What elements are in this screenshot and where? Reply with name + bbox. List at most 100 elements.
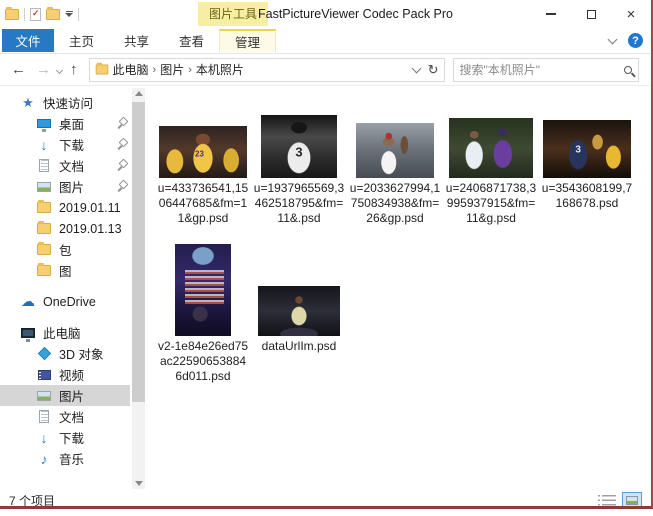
close-button[interactable]: × <box>611 0 651 28</box>
sidebar-item-videos[interactable]: 视频 <box>0 364 148 385</box>
tab-manage[interactable]: 管理 <box>219 29 276 52</box>
file-item[interactable]: v2-1e84e26ed75ac225906538846d011.psd <box>156 240 250 384</box>
breadcrumb-separator[interactable]: › <box>153 64 157 76</box>
breadcrumb-pictures[interactable]: 图片 <box>160 61 184 78</box>
window-folder-icon <box>5 9 19 20</box>
ribbon-tab-bar: 文件 主页 共享 查看 管理 ? <box>0 28 651 54</box>
file-name: u=1937965569,3462518795&fm=11&.psd <box>253 181 345 226</box>
up-button[interactable]: ↑ <box>70 61 78 78</box>
scroll-down-icon[interactable] <box>135 481 143 486</box>
sidebar-item-onedrive[interactable]: ☁ OneDrive <box>0 291 148 312</box>
sidebar-label: 音乐 <box>59 449 84 468</box>
download-icon: ↓ <box>36 137 52 153</box>
picture-icon <box>37 182 51 192</box>
title-bar: 图片工具 FastPictureViewer Codec Pack Pro × <box>0 0 651 28</box>
separator <box>24 8 25 21</box>
sidebar-item-quick-access[interactable]: ★ 快速访问 <box>0 92 148 113</box>
scrollbar-thumb[interactable] <box>132 102 145 402</box>
file-thumbnail[interactable] <box>449 118 533 178</box>
file-name: u=2033627994,1750834938&fm=26&gp.psd <box>349 181 441 226</box>
search-box[interactable] <box>453 58 639 82</box>
sidebar-label: 桌面 <box>59 114 84 133</box>
picture-icon <box>37 391 51 401</box>
breadcrumb-this-pc[interactable]: 此电脑 <box>113 61 149 78</box>
file-name: dataUrlIm.psd <box>253 339 345 354</box>
tab-home[interactable]: 主页 <box>54 29 109 52</box>
file-thumbnail[interactable] <box>356 123 434 178</box>
file-item[interactable]: 23 u=433736541,1506447685&fm=11&gp.psd <box>156 104 250 226</box>
file-thumbnail[interactable]: 3 <box>261 115 337 178</box>
sidebar-item-folder-bao[interactable]: 包 <box>0 239 148 260</box>
customize-toolbar-icon[interactable] <box>65 11 73 18</box>
sidebar-label: 快速访问 <box>43 93 93 112</box>
breadcrumb-current-folder[interactable]: 本机照片 <box>196 61 244 78</box>
file-thumbnail[interactable]: 23 <box>159 126 247 178</box>
minimize-button[interactable] <box>531 0 571 28</box>
thumbnail-view-icon[interactable] <box>622 492 642 508</box>
refresh-icon[interactable]: ↻ <box>428 62 439 78</box>
folder-icon <box>37 202 51 213</box>
window-title: FastPictureViewer Codec Pack Pro <box>258 7 453 21</box>
file-thumbnail[interactable] <box>258 286 340 336</box>
forward-button[interactable]: → <box>36 61 51 78</box>
sidebar-item-downloads[interactable]: ↓ 下载 <box>0 134 148 155</box>
sidebar-item-pictures[interactable]: 图片 <box>0 176 148 197</box>
star-icon: ★ <box>20 95 36 111</box>
sidebar-item-folder-2019-01-13[interactable]: 2019.01.13 <box>0 218 148 239</box>
folder-icon <box>37 223 51 234</box>
file-name: u=3543608199,7168678.psd <box>541 181 633 211</box>
sidebar-label: 下载 <box>59 135 84 154</box>
search-input[interactable] <box>460 63 624 77</box>
new-folder-icon[interactable] <box>46 9 60 20</box>
sidebar-item-music[interactable]: ♪ 音乐 <box>0 448 148 469</box>
tab-view[interactable]: 查看 <box>164 29 219 52</box>
recent-locations-icon[interactable] <box>56 67 63 74</box>
sidebar-scrollbar[interactable] <box>132 88 145 489</box>
tab-share[interactable]: 共享 <box>109 29 164 52</box>
tab-file[interactable]: 文件 <box>2 29 54 52</box>
sidebar-label: 2019.01.11 <box>59 201 121 215</box>
details-view-icon[interactable] <box>602 495 616 506</box>
sidebar-item-downloads-pc[interactable]: ↓ 下载 <box>0 427 148 448</box>
maximize-icon <box>587 10 596 19</box>
search-icon[interactable] <box>624 66 632 74</box>
file-thumbnail[interactable]: 3 <box>543 120 631 178</box>
file-item[interactable]: u=2406871738,3995937915&fm=11&g.psd <box>444 104 538 226</box>
file-name: v2-1e84e26ed75ac225906538846d011.psd <box>157 339 249 384</box>
minimize-ribbon-icon[interactable] <box>608 34 618 44</box>
sidebar-label: 文档 <box>59 407 84 426</box>
minimize-icon <box>546 13 556 15</box>
properties-icon[interactable] <box>30 8 41 21</box>
sidebar-item-this-pc[interactable]: 此电脑 <box>0 322 148 343</box>
sidebar-item-pictures-selected[interactable]: 图片 <box>0 385 130 406</box>
file-item[interactable]: dataUrlIm.psd <box>252 240 346 384</box>
file-item[interactable]: u=2033627994,1750834938&fm=26&gp.psd <box>348 104 442 226</box>
file-item[interactable]: 3 u=1937965569,3462518795&fm=11&.psd <box>252 104 346 226</box>
computer-icon <box>21 328 35 338</box>
document-icon <box>39 159 49 172</box>
sidebar-item-folder-tu[interactable]: 图 <box>0 260 148 281</box>
sidebar-item-documents-pc[interactable]: 文档 <box>0 406 148 427</box>
sidebar-item-folder-2019-01-11[interactable]: 2019.01.11 <box>0 197 148 218</box>
maximize-button[interactable] <box>571 0 611 28</box>
back-button[interactable]: ← <box>11 61 26 78</box>
sidebar-item-desktop[interactable]: 桌面 <box>0 113 148 134</box>
folder-icon <box>37 244 51 255</box>
help-icon[interactable]: ? <box>628 33 643 48</box>
scroll-up-icon[interactable] <box>135 91 143 96</box>
sidebar-label: 图片 <box>59 386 84 405</box>
sidebar-item-documents[interactable]: 文档 <box>0 155 148 176</box>
sidebar-item-3d-objects[interactable]: 3D 对象 <box>0 343 148 364</box>
address-dropdown-icon[interactable] <box>411 63 421 73</box>
sidebar-label: 图片 <box>59 177 84 196</box>
address-bar[interactable]: 此电脑 › 图片 › 本机照片 ↻ <box>89 58 445 82</box>
pin-icon <box>118 139 128 150</box>
file-thumbnail[interactable] <box>175 244 231 336</box>
sidebar-label: 视频 <box>59 365 84 384</box>
close-icon: × <box>627 7 636 22</box>
desktop-icon <box>37 119 51 128</box>
separator <box>78 8 79 21</box>
file-item[interactable]: 3 u=3543608199,7168678.psd <box>540 104 634 226</box>
jersey-number: 3 <box>295 144 302 159</box>
breadcrumb-separator[interactable]: › <box>188 64 192 76</box>
